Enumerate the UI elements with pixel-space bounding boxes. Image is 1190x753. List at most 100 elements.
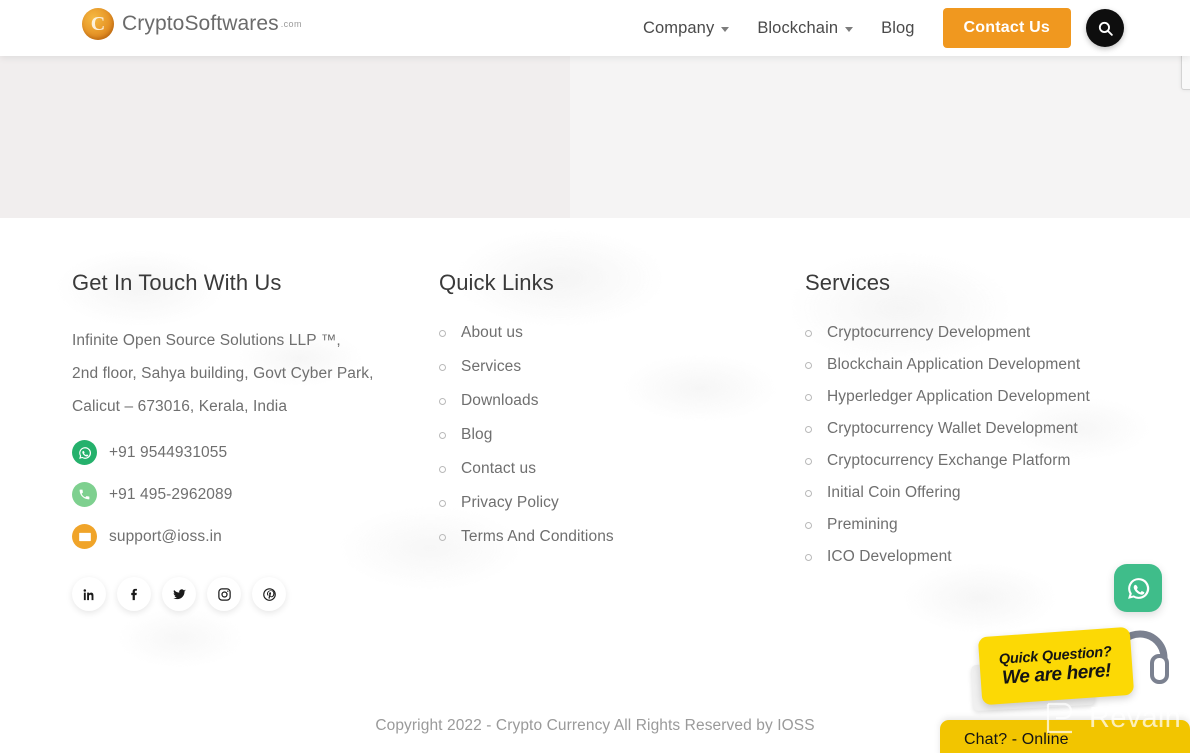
services-title: Services: [805, 270, 891, 295]
list-item[interactable]: Cryptocurrency Exchange Platform: [805, 450, 1145, 471]
list-item[interactable]: Terms And Conditions: [439, 526, 689, 548]
logo-tld: .com: [280, 19, 302, 30]
service-label: ICO Development: [827, 548, 952, 565]
list-item[interactable]: Hyperledger Application Development: [805, 386, 1145, 407]
footer-column-services: Services Cryptocurrency Development Bloc…: [805, 270, 1145, 578]
twitter-icon[interactable]: [162, 577, 196, 611]
service-label: Cryptocurrency Exchange Platform: [827, 452, 1071, 469]
chevron-down-icon: [721, 26, 730, 32]
nav-item-company[interactable]: Company: [629, 0, 743, 56]
main-navigation: Company Blockchain Blog Contact Us: [629, 0, 1124, 56]
whatsapp-float-icon: [1127, 577, 1149, 599]
nav-item-blockchain[interactable]: Blockchain: [743, 0, 867, 56]
list-item[interactable]: Services: [439, 356, 689, 378]
search-icon: [1098, 21, 1113, 36]
phone-icon: [72, 482, 97, 507]
list-item[interactable]: Privacy Policy: [439, 492, 689, 514]
page-root: CryptoSoftwares.com Company Blockchain B…: [0, 0, 1190, 753]
quick-link-label: Privacy Policy: [461, 494, 559, 511]
bullet-icon: [805, 522, 812, 529]
footer-column-quick-links: Quick Links About us Services Downloads: [439, 270, 689, 560]
bullet-icon: [805, 394, 812, 401]
chevron-down-icon: [845, 26, 854, 32]
bullet-icon: [805, 362, 812, 369]
quick-link-label: Downloads: [461, 392, 539, 409]
copyright-text: Copyright 2022 - Crypto Currency All Rig…: [375, 716, 815, 734]
nav-item-blog[interactable]: Blog: [867, 0, 928, 56]
list-item[interactable]: Initial Coin Offering: [805, 482, 1145, 503]
service-label: Initial Coin Offering: [827, 484, 961, 501]
chat-widget: Quick Question? We are here! Chat? - Onl…: [940, 620, 1190, 753]
service-label: Hyperledger Application Development: [827, 388, 1090, 405]
chat-status-label: Chat? - Online: [964, 731, 1069, 748]
service-label: Cryptocurrency Development: [827, 324, 1031, 341]
site-logo[interactable]: CryptoSoftwares.com: [82, 8, 302, 40]
bullet-icon: [439, 330, 446, 337]
contact-row-phone[interactable]: +91 495-2962089: [72, 482, 402, 507]
bullet-icon: [805, 458, 812, 465]
list-item[interactable]: Contact us: [439, 458, 689, 480]
chat-status-bar[interactable]: Chat? - Online: [940, 720, 1190, 753]
bullet-icon: [439, 466, 446, 473]
quick-link-label: About us: [461, 324, 523, 341]
nav-label-blockchain: Blockchain: [757, 18, 839, 37]
email-address: support@ioss.in: [109, 527, 222, 545]
social-links: [72, 577, 402, 611]
address-line: Infinite Open Source Solutions LLP ™,: [72, 332, 341, 349]
bullet-icon: [439, 432, 446, 439]
contact-form-section: Privacy - Terms Send: [0, 12, 1190, 218]
service-label: Premining: [827, 516, 898, 533]
facebook-icon[interactable]: [117, 577, 151, 611]
instagram-icon[interactable]: [207, 577, 241, 611]
services-list: Cryptocurrency Development Blockchain Ap…: [805, 322, 1145, 567]
quick-link-label: Blog: [461, 426, 493, 443]
service-label: Blockchain Application Development: [827, 356, 1081, 373]
bullet-icon: [805, 490, 812, 497]
linkedin-icon[interactable]: [72, 577, 106, 611]
site-header: CryptoSoftwares.com Company Blockchain B…: [0, 0, 1190, 56]
quick-links-title: Quick Links: [439, 270, 554, 295]
pinterest-icon[interactable]: [252, 577, 286, 611]
search-button[interactable]: [1086, 9, 1124, 47]
footer-column-contact: Get In Touch With Us Infinite Open Sourc…: [72, 270, 402, 611]
quick-link-label: Contact us: [461, 460, 537, 477]
whatsapp-number: +91 9544931055: [109, 443, 228, 461]
service-label: Cryptocurrency Wallet Development: [827, 420, 1078, 437]
bullet-icon: [439, 398, 446, 405]
list-item[interactable]: ICO Development: [805, 546, 1145, 567]
quick-link-label: Terms And Conditions: [461, 528, 614, 545]
nav-label-company: Company: [642, 18, 715, 37]
list-item[interactable]: Premining: [805, 514, 1145, 535]
nav-label-blog: Blog: [881, 18, 915, 37]
contact-row-email[interactable]: support@ioss.in: [72, 524, 402, 549]
list-item[interactable]: Blog: [439, 424, 689, 446]
bullet-icon: [805, 330, 812, 337]
list-item[interactable]: Downloads: [439, 390, 689, 412]
list-item[interactable]: Blockchain Application Development: [805, 354, 1145, 375]
whatsapp-icon: [72, 440, 97, 465]
bullet-icon: [439, 364, 446, 371]
chat-bubble-button[interactable]: Quick Question? We are here!: [977, 626, 1135, 706]
phone-number: +91 495-2962089: [109, 485, 233, 503]
bullet-icon: [439, 534, 446, 541]
list-item[interactable]: About us: [439, 322, 689, 344]
logo-text: CryptoSoftwares .com: [122, 12, 302, 36]
list-item[interactable]: Cryptocurrency Wallet Development: [805, 418, 1145, 439]
address-line: 2nd floor, Sahya building, Govt Cyber Pa…: [72, 365, 374, 382]
email-icon: [72, 524, 97, 549]
contact-column-title: Get In Touch With Us: [72, 270, 282, 295]
contact-us-button[interactable]: Contact Us: [942, 8, 1071, 48]
bullet-icon: [805, 426, 812, 433]
whatsapp-float-button[interactable]: [1114, 564, 1162, 612]
bullet-icon: [805, 554, 812, 561]
contact-row-whatsapp[interactable]: +91 9544931055: [72, 440, 402, 465]
form-right-panel: Privacy - Terms Send: [570, 12, 1190, 218]
quick-links-list: About us Services Downloads Blog Contact…: [439, 322, 689, 548]
list-item[interactable]: Cryptocurrency Development: [805, 322, 1145, 343]
address-line: Calicut – 673016, Kerala, India: [72, 398, 288, 415]
logo-name: CryptoSoftwares: [122, 12, 279, 35]
quick-link-label: Services: [461, 358, 522, 375]
address-block: Infinite Open Source Solutions LLP ™, 2n…: [72, 324, 402, 423]
bullet-icon: [439, 500, 446, 507]
crypto-coin-logo-icon: [82, 8, 114, 40]
